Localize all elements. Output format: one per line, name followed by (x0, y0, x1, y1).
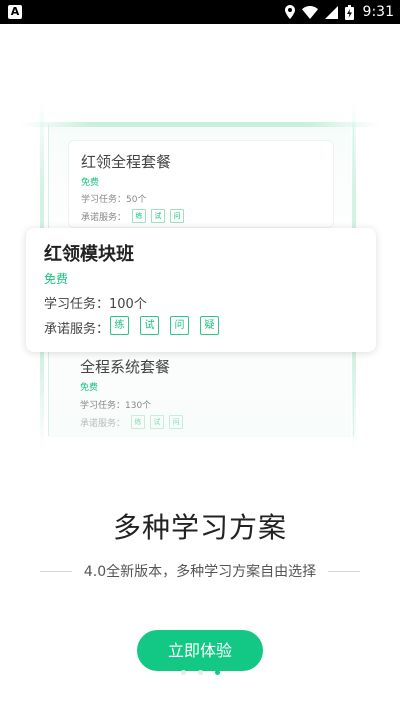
plan-card-background-3: 全程系统套餐 免费 学习任务：130个 承诺服务： 练 试 问 (68, 345, 332, 433)
app-notification-icon: A (8, 5, 22, 19)
status-icons: 9:31 (284, 3, 394, 21)
page-dot (181, 670, 186, 675)
service-tag-doubt: 疑 (200, 316, 219, 335)
subtitle: 4.0全新版本，多种学习方案自由选择 (83, 564, 317, 580)
plan-service-tags: 练 试 问 (131, 415, 183, 429)
divider-left (39, 570, 72, 572)
page-dot (198, 670, 203, 675)
plan-price: 免费 (80, 383, 99, 393)
divider-right (328, 570, 361, 572)
plan-card-featured: 红领模块班 免费 学习任务：100个 承诺服务： 练 试 问 疑 (26, 228, 376, 352)
service-tag: 练 (132, 209, 146, 223)
try-now-button[interactable]: 立即体验 (137, 630, 263, 671)
plan-services-label: 承诺服务： (81, 213, 127, 223)
plan-tasks: 学习任务：50个 (81, 195, 147, 205)
plan-tasks: 学习任务：100个 (44, 297, 147, 312)
service-tag: 试 (151, 209, 165, 223)
plan-title: 全程系统套餐 (80, 358, 171, 376)
service-tag: 练 (131, 415, 145, 429)
plan-services-label: 承诺服务： (80, 419, 126, 429)
service-tag: 问 (170, 209, 184, 223)
service-tag-exam: 试 (140, 316, 159, 335)
service-tag-practice: 练 (110, 316, 129, 335)
status-bar: A 9:31 (0, 0, 400, 24)
plan-card-background-1: 红领全程套餐 免费 学习任务：50个 承诺服务： 练 试 问 (68, 140, 334, 228)
subtitle-row: 4.0全新版本，多种学习方案自由选择 (26, 561, 374, 581)
wifi-icon (301, 5, 318, 19)
plan-services-label: 承诺服务： (44, 322, 110, 337)
service-tag: 试 (150, 415, 164, 429)
page-title: 多种学习方案 (112, 511, 287, 544)
plan-service-tags: 练 试 问 疑 (110, 316, 219, 335)
location-icon (284, 5, 295, 19)
signal-icon (324, 5, 338, 19)
service-tag-ask: 问 (170, 316, 189, 335)
battery-icon (344, 4, 354, 20)
page-dot-active (215, 670, 220, 675)
service-tag: 问 (169, 415, 183, 429)
plan-price: 免费 (44, 272, 69, 286)
plan-title: 红领全程套餐 (81, 153, 172, 171)
plan-price: 免费 (81, 178, 100, 188)
clock: 9:31 (362, 4, 394, 20)
plan-tasks: 学习任务：130个 (80, 401, 152, 411)
plan-service-tags: 练 试 问 (132, 209, 184, 223)
page-indicator (181, 670, 220, 675)
plan-title: 红领模块班 (44, 244, 134, 265)
